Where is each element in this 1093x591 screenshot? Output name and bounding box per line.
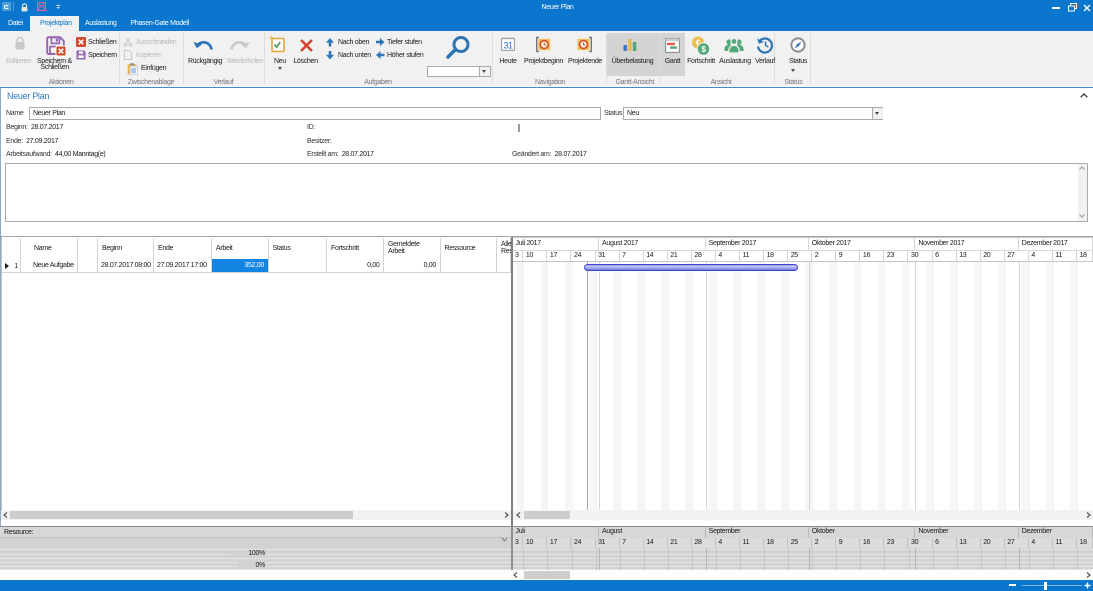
svg-text:$: $ (701, 44, 706, 54)
svg-text:31: 31 (503, 41, 513, 51)
